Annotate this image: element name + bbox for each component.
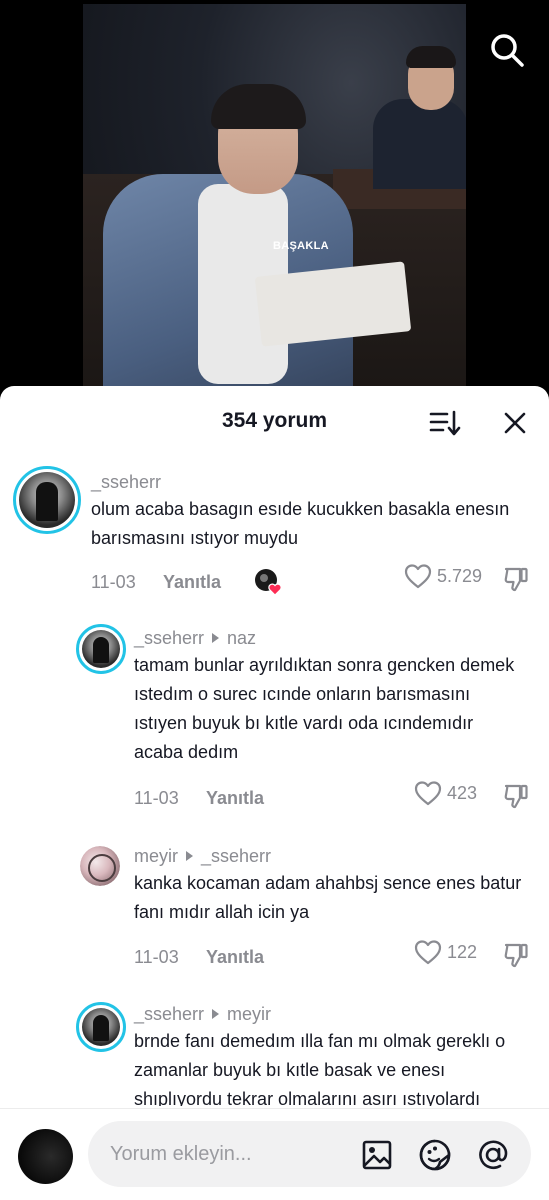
comment-text: brnde fanı demedım ılla fan mı olmak ger… bbox=[134, 1031, 506, 1106]
current-user-avatar bbox=[18, 1129, 73, 1184]
reply-comment-item: _sseherr naz tamam bunlar ayrıldıktan son… bbox=[0, 618, 549, 838]
avatar[interactable] bbox=[76, 1002, 126, 1052]
reply-arrow-icon bbox=[212, 633, 220, 644]
comment-list[interactable]: _sseherr olum acaba basagın esıde kucukk… bbox=[0, 458, 549, 1106]
heart-icon bbox=[414, 781, 442, 806]
thumbs-down-icon bbox=[504, 567, 528, 592]
image-icon bbox=[362, 1140, 392, 1170]
video-overlay-text: BAŞAKLA bbox=[273, 240, 329, 252]
like-button[interactable]: 423 bbox=[414, 780, 477, 806]
comments-sheet: 354 yorum _sseherr olum acaba basagın es… bbox=[0, 386, 549, 1200]
avatar[interactable] bbox=[80, 846, 120, 886]
avatar[interactable] bbox=[76, 624, 126, 674]
comment-username[interactable]: meyir _sseherr bbox=[134, 846, 271, 867]
heart-icon bbox=[268, 583, 282, 596]
comment-date: 11-03 bbox=[134, 788, 179, 808]
comment-text: tamam bunlar ayrıldıktan sonra gencken d… bbox=[134, 655, 515, 762]
sheet-header: 354 yorum bbox=[0, 386, 549, 458]
search-button[interactable] bbox=[487, 30, 527, 70]
dislike-button[interactable] bbox=[502, 565, 530, 593]
reply-to-username: naz bbox=[227, 628, 257, 648]
like-count: 122 bbox=[447, 941, 478, 962]
reply-comment-item: _sseherr meyir brnde fanı demedım ılla fa… bbox=[0, 996, 549, 1106]
comment-input-container[interactable] bbox=[88, 1121, 531, 1187]
reply-to-username: _sseherr bbox=[201, 846, 272, 866]
sort-button[interactable] bbox=[428, 408, 462, 438]
like-button[interactable]: 122 bbox=[414, 939, 477, 965]
comment-username[interactable]: _sseherr naz bbox=[134, 628, 256, 649]
at-icon bbox=[479, 1140, 508, 1170]
creator-liked-badge bbox=[254, 568, 282, 596]
reply-arrow-icon bbox=[212, 1009, 220, 1020]
video-frame: BAŞAKLA bbox=[83, 4, 466, 400]
close-button[interactable] bbox=[500, 408, 530, 438]
mention-button[interactable] bbox=[476, 1138, 510, 1172]
heart-icon bbox=[414, 940, 442, 965]
reply-button[interactable]: Yanıtla bbox=[206, 788, 264, 809]
reply-button[interactable]: Yanıtla bbox=[163, 572, 221, 593]
search-icon bbox=[491, 34, 524, 67]
comment-date: 11-03 bbox=[91, 572, 136, 592]
comment-text: olum acaba basagın esıde kucukken basakl… bbox=[91, 499, 510, 548]
reply-button[interactable]: Yanıtla bbox=[206, 947, 264, 968]
close-icon bbox=[504, 412, 526, 434]
emoji-button[interactable] bbox=[418, 1138, 452, 1172]
like-button[interactable]: 5.729 bbox=[404, 563, 482, 589]
comment-text: kanka kocaman adam ahahbsj sence enes ba… bbox=[134, 873, 522, 922]
reply-arrow-icon bbox=[186, 851, 193, 862]
avatar[interactable] bbox=[13, 466, 81, 534]
comment-input-bar bbox=[0, 1108, 549, 1200]
image-button[interactable] bbox=[360, 1138, 394, 1172]
emoji-icon bbox=[419, 1139, 451, 1171]
sort-icon bbox=[429, 410, 461, 436]
comment-input[interactable] bbox=[110, 1139, 350, 1169]
like-count: 423 bbox=[447, 782, 478, 803]
comment-item: _sseherr olum acaba basagın esıde kucukk… bbox=[0, 458, 549, 618]
comments-count-title: 354 yorum bbox=[221, 409, 328, 432]
thumbs-down-icon bbox=[504, 784, 528, 809]
thumbs-down-icon bbox=[504, 943, 528, 968]
video-player[interactable]: BAŞAKLA bbox=[0, 0, 549, 400]
comment-date: 11-03 bbox=[134, 947, 179, 967]
comment-username[interactable]: _sseherr meyir bbox=[134, 1004, 271, 1025]
video-person-background bbox=[373, 44, 466, 189]
dislike-button[interactable] bbox=[502, 782, 530, 810]
dislike-button[interactable] bbox=[502, 941, 530, 969]
heart-icon bbox=[404, 564, 432, 589]
reply-to-username: meyir bbox=[227, 1004, 272, 1024]
like-count: 5.729 bbox=[437, 565, 483, 586]
reply-comment-item: meyir _sseherr kanka kocaman adam ahahbsj… bbox=[0, 838, 549, 988]
comment-username[interactable]: _sseherr bbox=[91, 472, 161, 493]
